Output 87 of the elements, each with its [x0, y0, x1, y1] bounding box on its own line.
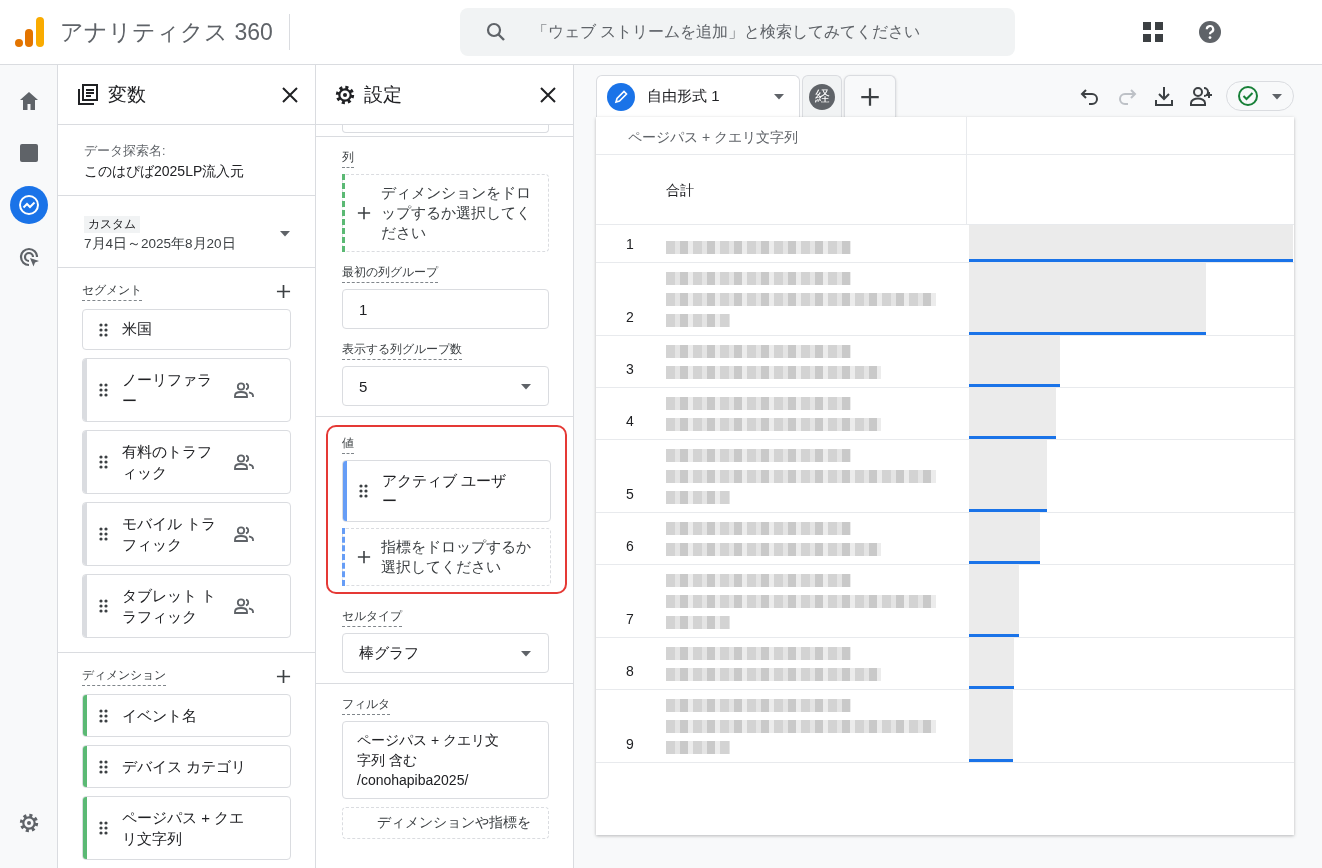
drop-zone[interactable]: ディメンションをドロップするか選択してください	[342, 174, 549, 252]
drag-handle-icon[interactable]	[99, 455, 108, 469]
dropdown[interactable]: 棒グラフ	[342, 633, 549, 673]
blurred-text	[666, 616, 730, 629]
pencil-icon	[607, 82, 635, 111]
plus-icon[interactable]	[357, 550, 371, 564]
people-icon	[234, 382, 254, 398]
row-number: 5	[625, 485, 635, 504]
plus-icon[interactable]	[276, 669, 291, 684]
download-icon[interactable]	[1152, 84, 1176, 108]
metric-chip[interactable]: アクティブ ユーザー	[342, 460, 551, 522]
column-header[interactable]: ページパス + クエリ文字列	[596, 117, 967, 154]
variables-icon	[76, 82, 100, 107]
segment-chip[interactable]: モバイル トラフィック	[82, 502, 291, 566]
caret-icon[interactable]	[773, 93, 785, 100]
people-icon	[234, 454, 254, 470]
tab[interactable]: 自由形式 1	[596, 75, 800, 117]
field-label: セルタイプ	[342, 608, 402, 627]
input-field[interactable]	[342, 125, 549, 133]
drag-handle-icon[interactable]	[359, 484, 368, 498]
total-label: 合計	[596, 155, 967, 224]
drop-zone[interactable]: 指標をドロップするか選択してください	[342, 528, 551, 586]
section-label: セグメント	[82, 282, 142, 301]
segment-chip[interactable]: 有料のトラフィック	[82, 430, 291, 494]
trend-chart-icon[interactable]	[9, 186, 48, 224]
panel-title: 変数	[108, 82, 147, 107]
segment-chip[interactable]: タブレット トラフィック	[82, 574, 291, 638]
settings-icon	[334, 83, 356, 106]
close-icon[interactable]	[539, 85, 557, 104]
plus-icon[interactable]	[357, 206, 371, 220]
section-label: 値	[342, 435, 354, 454]
segment-chip[interactable]: ノーリファラー	[82, 358, 291, 422]
date-range-picker[interactable]: カスタム 7月4日～2025年8月20日	[58, 196, 315, 268]
drag-handle-icon[interactable]	[99, 527, 108, 541]
apps-grid-icon[interactable]	[1142, 21, 1164, 43]
filter-chip[interactable]: ページパス + クエリ文字列 含む /conohapiba2025/	[342, 721, 549, 799]
help-icon[interactable]	[1198, 20, 1222, 44]
field-label: 表示する列グループ数	[342, 341, 462, 360]
row-number: 9	[625, 735, 635, 754]
plus-icon[interactable]	[860, 86, 880, 107]
row-number: 6	[625, 537, 635, 556]
row-number: 1	[625, 235, 635, 254]
search-field[interactable]: 「ウェブ ストリームを追加」と検索してみてください	[531, 23, 991, 41]
blurred-text	[666, 491, 730, 504]
panel-title: 設定	[364, 82, 403, 107]
segment-chip[interactable]: 米国	[82, 309, 291, 350]
drag-handle-icon[interactable]	[99, 708, 108, 723]
plus-icon[interactable]	[276, 284, 291, 299]
row-number: 7	[625, 610, 635, 629]
field-label: データ探索名:	[84, 143, 167, 160]
drag-handle-icon[interactable]	[99, 821, 108, 835]
field-label: 最初の列グループ	[342, 264, 438, 283]
tab[interactable]: 経	[802, 75, 842, 117]
caret-icon[interactable]	[279, 230, 291, 237]
people-icon	[234, 598, 254, 614]
drag-handle-icon[interactable]	[99, 322, 108, 337]
caret-icon[interactable]	[520, 649, 532, 657]
add-person-icon[interactable]	[1189, 84, 1213, 108]
row-number: 2	[625, 308, 635, 327]
app-title: アナリティクス 360	[60, 14, 290, 50]
people-icon	[234, 526, 254, 542]
input-field[interactable]: 1	[342, 289, 549, 329]
caret-icon[interactable]	[1271, 92, 1283, 100]
blurred-text	[666, 741, 730, 754]
row-number: 8	[625, 662, 635, 681]
close-icon[interactable]	[281, 85, 299, 104]
dropdown[interactable]: 5	[342, 366, 549, 406]
dimension-chip[interactable]: イベント名	[82, 694, 291, 737]
blurred-text	[666, 314, 730, 327]
row-number: 4	[625, 412, 635, 431]
row-number: 3	[625, 360, 635, 379]
drag-handle-icon[interactable]	[99, 599, 108, 613]
section-label: ディメンション	[82, 667, 166, 686]
dimension-chip[interactable]: デバイス カテゴリ	[82, 745, 291, 788]
exploration-name[interactable]: このはぴば2025LP流入元	[84, 163, 291, 181]
settings-icon[interactable]	[17, 812, 40, 834]
section-label: フィルタ	[342, 696, 390, 715]
drag-handle-icon[interactable]	[99, 383, 108, 397]
search-bar[interactable]: 「ウェブ ストリームを追加」と検索してみてください	[459, 8, 1015, 56]
add-tab-button[interactable]	[844, 75, 896, 117]
analytics-logo	[14, 15, 46, 49]
drop-zone[interactable]: ディメンションや指標を	[342, 807, 549, 839]
section-label: 列	[342, 149, 354, 168]
drag-handle-icon[interactable]	[99, 759, 108, 774]
caret-icon[interactable]	[520, 382, 532, 390]
dimension-chip[interactable]: ページパス + クエリ文字列	[82, 796, 291, 860]
check-circle-icon	[1237, 85, 1259, 107]
